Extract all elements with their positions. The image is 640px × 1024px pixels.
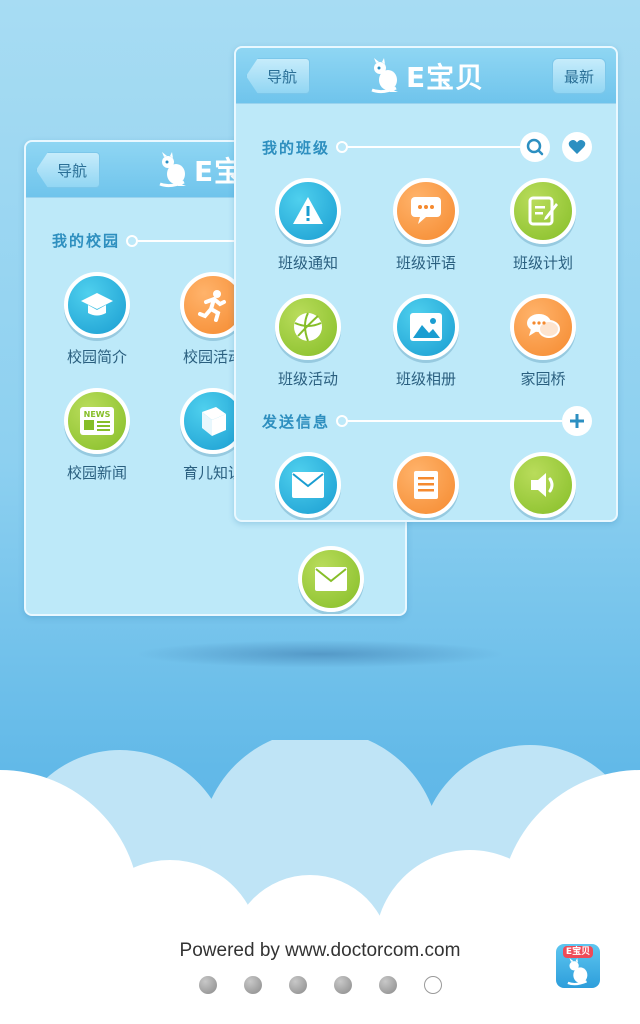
section-title-class: 我的班级 xyxy=(262,138,331,157)
page-dot[interactable] xyxy=(243,976,262,994)
section-line xyxy=(348,146,520,148)
item-label: 家园桥 xyxy=(520,370,566,388)
app-badge: E宝贝 xyxy=(562,946,594,958)
note-icon xyxy=(393,452,459,518)
page-dot[interactable] xyxy=(288,976,307,994)
campus-news-item[interactable]: NEWS 校园新闻 xyxy=(42,388,152,483)
page-dot-active[interactable] xyxy=(423,976,442,994)
send-mail-item[interactable] xyxy=(253,452,363,518)
item-label: 班级计划 xyxy=(512,254,573,272)
item-label: 校园简介 xyxy=(66,348,127,366)
page-dot[interactable] xyxy=(198,976,217,994)
powered-by-text: Powered by www.doctorcom.com xyxy=(179,940,461,961)
kangaroo-logo-icon xyxy=(371,58,398,94)
home-school-bridge-item[interactable]: 家园桥 xyxy=(488,294,598,389)
campus-intro-item[interactable]: 校园简介 xyxy=(42,272,152,367)
class-section-header: 我的班级 xyxy=(262,132,592,162)
nav-back-button[interactable]: 导航 xyxy=(246,58,310,94)
send-voice-item[interactable] xyxy=(488,452,598,518)
add-button[interactable] xyxy=(562,406,592,436)
item-label: 班级评语 xyxy=(395,254,456,272)
send-note-item[interactable] xyxy=(371,452,481,518)
item-label: 班级相册 xyxy=(395,370,456,388)
section-dot xyxy=(336,415,349,427)
panel-shadow xyxy=(135,640,505,668)
page-dot[interactable] xyxy=(333,976,352,994)
section-line xyxy=(348,420,562,422)
speaker-icon xyxy=(510,452,576,518)
class-activity-item[interactable]: 班级活动 xyxy=(253,294,363,389)
page-dot[interactable] xyxy=(378,976,397,994)
edit-icon xyxy=(510,178,576,244)
graduation-cap-icon xyxy=(64,272,130,338)
chat-bubble-icon xyxy=(393,178,459,244)
nav-back-button[interactable]: 导航 xyxy=(36,152,100,188)
latest-button[interactable]: 最新 xyxy=(552,58,606,94)
section-title-campus: 我的校园 xyxy=(52,232,121,250)
app-icon: E宝贝 xyxy=(556,944,600,988)
favorite-button[interactable] xyxy=(562,132,592,162)
class-album-item[interactable]: 班级相册 xyxy=(371,294,481,389)
class-notice-item[interactable]: 班级通知 xyxy=(253,178,363,273)
class-comment-item[interactable]: 班级评语 xyxy=(371,178,481,273)
search-button[interactable] xyxy=(520,132,550,162)
warning-icon xyxy=(275,178,341,244)
search-icon xyxy=(526,138,544,156)
svg-text:NEWS: NEWS xyxy=(84,410,111,419)
brand-text: E宝贝 xyxy=(406,61,485,94)
kangaroo-logo-icon xyxy=(159,152,186,188)
news-icon: NEWS xyxy=(64,388,130,454)
section-dot xyxy=(126,234,139,247)
item-label: 班级通知 xyxy=(277,254,338,272)
heart-icon xyxy=(568,140,586,154)
kangaroo-logo-icon xyxy=(567,958,588,986)
mail-icon xyxy=(275,452,341,518)
plus-icon xyxy=(570,414,584,428)
mail-item[interactable] xyxy=(276,546,386,612)
picture-icon xyxy=(393,294,459,360)
brand-logo: E宝 xyxy=(156,150,243,190)
page-indicator xyxy=(0,976,640,994)
section-dot xyxy=(336,141,349,153)
class-plan-item[interactable]: 班级计划 xyxy=(488,178,598,273)
ball-icon xyxy=(275,294,341,360)
class-panel-header: 导航 E宝贝 最新 xyxy=(236,48,616,104)
item-label: 班级活动 xyxy=(277,370,338,388)
section-title-send: 发送信息 xyxy=(262,412,331,431)
class-panel: 导航 E宝贝 最新 我的班级 班级通知 班级评语 班级计划 班级活动 班级相册 … xyxy=(234,46,618,522)
item-label: 校园新闻 xyxy=(66,464,127,482)
brand-logo: E宝贝 xyxy=(368,56,484,96)
send-section-header: 发送信息 xyxy=(262,406,592,436)
mail-icon xyxy=(298,546,364,612)
chat-icon xyxy=(510,294,576,360)
